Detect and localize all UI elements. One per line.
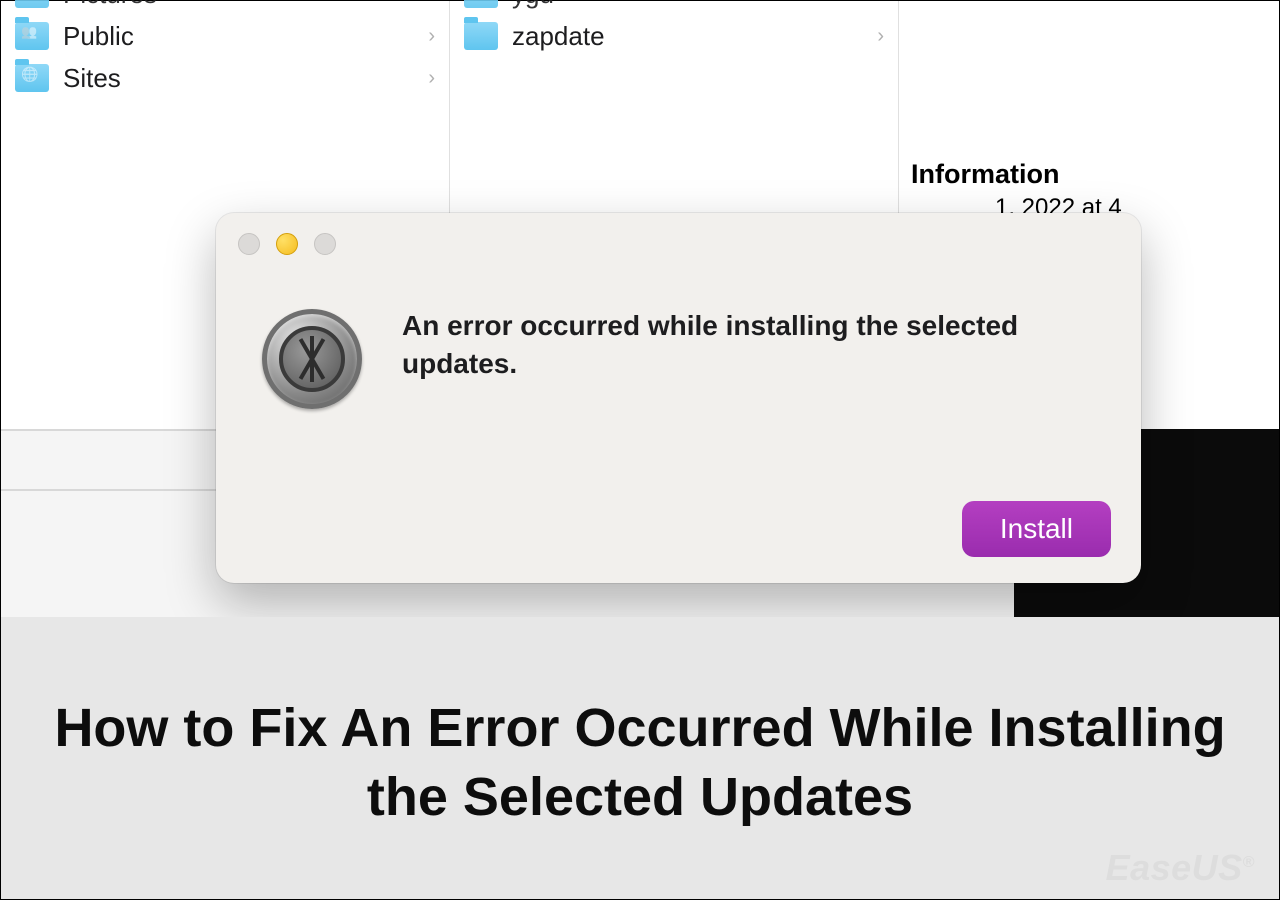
easeus-watermark: EaseUS® (1106, 847, 1255, 889)
folder-label: ygu (512, 0, 554, 10)
folder-label: Sites (63, 63, 121, 94)
article-caption: How to Fix An Error Occurred While Insta… (1, 617, 1279, 899)
close-window-icon[interactable] (238, 233, 260, 255)
minimize-window-icon[interactable] (276, 233, 298, 255)
system-preferences-gear-icon (262, 309, 362, 409)
folder-icon (464, 22, 498, 50)
error-message: An error occurred while installing the s… (402, 307, 1081, 383)
error-dialog: An error occurred while installing the s… (216, 213, 1141, 583)
folder-row-sites[interactable]: Sites › (7, 57, 443, 99)
folder-icon (15, 22, 49, 50)
chevron-right-icon: › (428, 0, 435, 6)
folder-row-public[interactable]: Public › (7, 15, 443, 57)
chevron-right-icon: › (877, 0, 884, 6)
folder-row-pictures[interactable]: Pictures › (7, 0, 443, 15)
folder-icon (464, 0, 498, 8)
folder-icon (15, 64, 49, 92)
install-button[interactable]: Install (962, 501, 1111, 557)
folder-label: zapdate (512, 21, 605, 52)
folder-label: Public (63, 21, 134, 52)
chevron-right-icon: › (877, 25, 884, 48)
folder-row-ygu[interactable]: ygu › (456, 0, 892, 15)
chevron-right-icon: › (428, 67, 435, 90)
zoom-window-icon[interactable] (314, 233, 336, 255)
folder-icon (15, 0, 49, 8)
folder-row-zapdate[interactable]: zapdate › (456, 15, 892, 57)
chevron-right-icon: › (428, 25, 435, 48)
info-header: Information (905, 141, 1273, 194)
window-controls (238, 233, 336, 255)
folder-label: Pictures (63, 0, 157, 10)
caption-title: How to Fix An Error Occurred While Insta… (51, 694, 1229, 832)
